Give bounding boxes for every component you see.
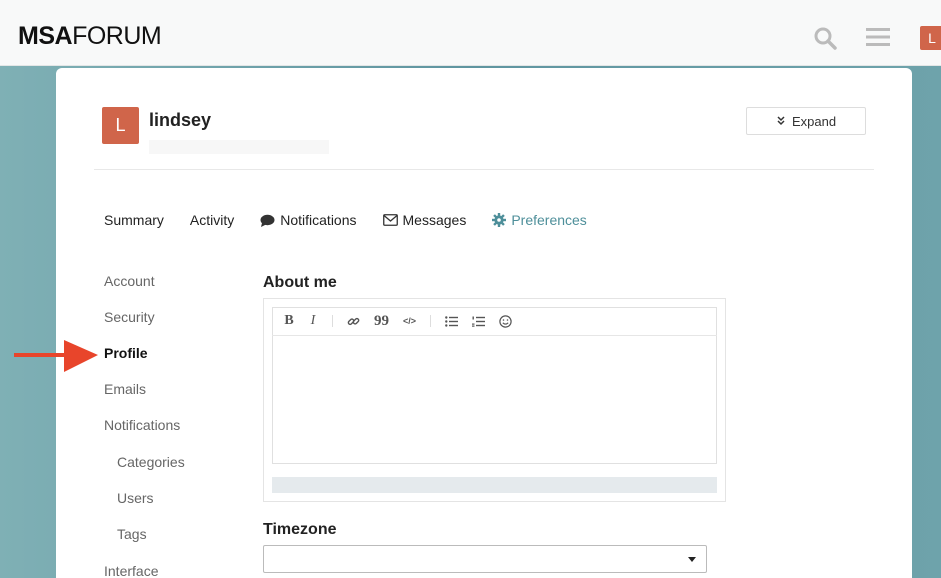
- link-button[interactable]: [347, 315, 360, 328]
- sidebar-item-emails[interactable]: Emails: [104, 381, 146, 397]
- timezone-select[interactable]: [263, 545, 707, 573]
- quote-button[interactable]: 99: [374, 313, 389, 330]
- sidebar-item-tags[interactable]: Tags: [117, 526, 147, 542]
- sidebar-item-profile[interactable]: Profile: [104, 345, 148, 361]
- speech-bubble-icon: [260, 214, 275, 227]
- sidebar-item-users[interactable]: Users: [117, 490, 154, 506]
- logo-light-text: FORUM: [72, 22, 162, 50]
- tab-activity[interactable]: Activity: [190, 212, 234, 228]
- sidebar-item-categories[interactable]: Categories: [117, 454, 185, 470]
- tab-label: Summary: [104, 212, 164, 228]
- editor-toolbar: B I 99 </>: [272, 307, 717, 336]
- bold-button[interactable]: B: [284, 313, 294, 329]
- about-me-heading: About me: [263, 274, 337, 291]
- tab-label: Preferences: [511, 212, 587, 228]
- user-subtitle-placeholder: [149, 140, 329, 154]
- site-header: MSAFORUM L: [0, 0, 941, 66]
- tab-label: Messages: [402, 212, 467, 228]
- tab-label: Notifications: [280, 212, 357, 228]
- expand-button[interactable]: Expand: [746, 107, 866, 135]
- tab-messages[interactable]: Messages: [382, 212, 467, 228]
- editor-preview-bar: [272, 477, 717, 493]
- site-logo[interactable]: MSAFORUM: [18, 22, 162, 51]
- numbered-list-icon: [472, 316, 486, 327]
- caret-down-icon: [688, 557, 696, 562]
- expand-label: Expand: [791, 113, 837, 129]
- sidebar-item-interface[interactable]: Interface: [104, 563, 158, 578]
- bullet-list-icon: [445, 315, 459, 327]
- numbered-list-button[interactable]: [472, 316, 486, 327]
- sidebar-item-notifications[interactable]: Notifications: [104, 417, 180, 433]
- search-icon[interactable]: [813, 26, 837, 50]
- sidebar-item-account[interactable]: Account: [104, 273, 155, 289]
- sidebar-item-security[interactable]: Security: [104, 309, 155, 325]
- smiley-icon: [499, 314, 512, 328]
- double-chevron-down-icon: [777, 116, 785, 126]
- link-icon: [347, 317, 360, 325]
- red-arrow-annotation: [14, 340, 98, 372]
- code-button[interactable]: </>: [403, 316, 416, 326]
- tab-summary[interactable]: Summary: [104, 212, 164, 228]
- emoji-button[interactable]: [499, 314, 512, 328]
- username: lindsey: [149, 110, 212, 130]
- hamburger-menu-icon[interactable]: [866, 26, 890, 48]
- bullet-list-button[interactable]: [445, 315, 459, 327]
- toolbar-divider: [332, 315, 333, 327]
- tab-label: Activity: [189, 212, 235, 228]
- logo-bold-text: MSA: [18, 22, 73, 50]
- tab-preferences[interactable]: Preferences: [492, 212, 587, 228]
- envelope-icon: [382, 214, 398, 226]
- italic-button[interactable]: I: [308, 313, 318, 329]
- gear-icon: [492, 213, 507, 227]
- user-nav-tabs: Summary Activity Notifications Messages: [104, 212, 613, 228]
- toolbar-divider: [430, 315, 432, 327]
- timezone-heading: Timezone: [263, 521, 337, 538]
- user-avatar: L: [102, 107, 139, 144]
- header-user-avatar[interactable]: L: [920, 26, 941, 50]
- tab-notifications[interactable]: Notifications: [260, 212, 357, 228]
